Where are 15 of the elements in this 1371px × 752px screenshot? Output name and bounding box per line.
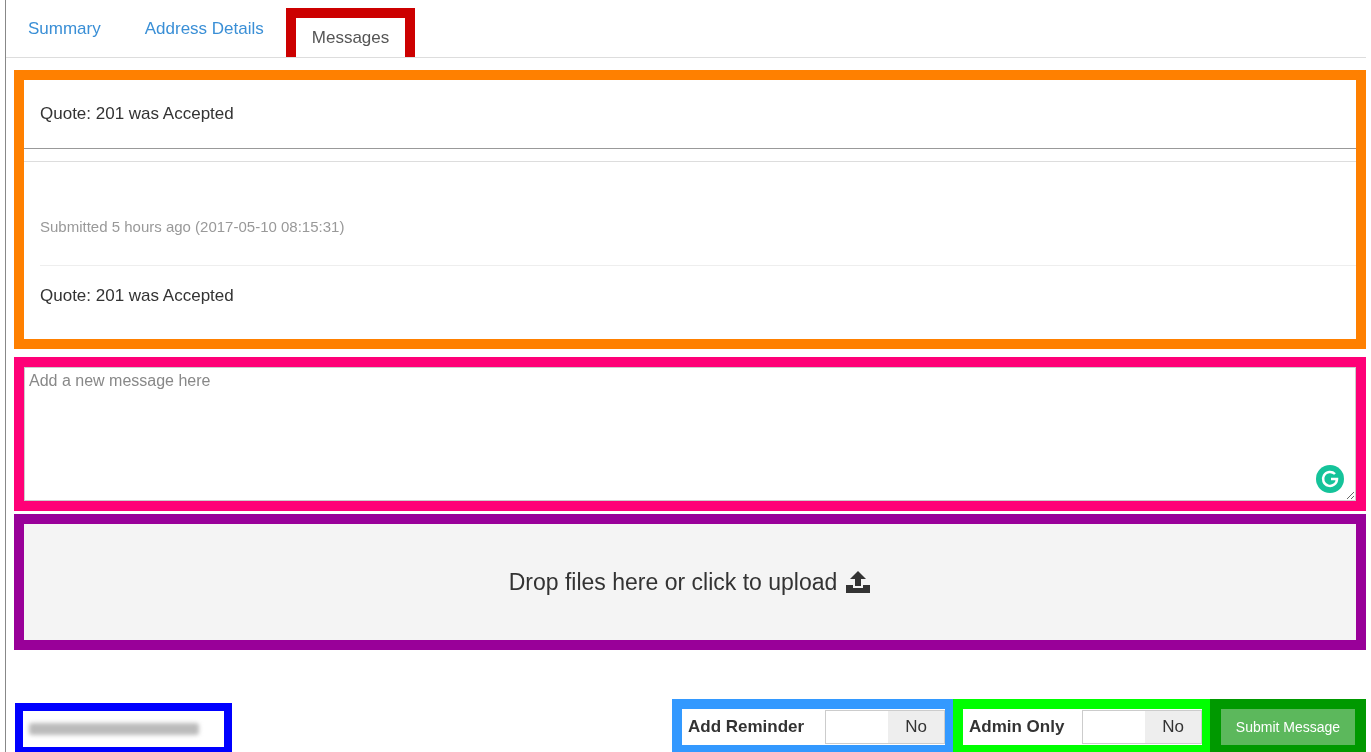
upload-dropzone[interactable]: Drop files here or click to upload [24, 524, 1356, 640]
message-text: Quote: 201 was Accepted [40, 286, 234, 306]
message-timestamp: Submitted 5 hours ago (2017-05-10 08:15:31) [40, 218, 345, 235]
upload-icon [845, 570, 872, 594]
message-field[interactable]: Add a new message here [24, 367, 1356, 501]
email-field[interactable] [15, 703, 232, 752]
tab[interactable]: Messages [285, 8, 416, 57]
toggle-switch[interactable]: No [1082, 710, 1202, 744]
upload-label: Drop files here or click to upload [508, 568, 838, 596]
toggle-label: Add Reminder [688, 717, 805, 737]
toggle-label: Admin Only [969, 717, 1065, 737]
message-title: Quote: 201 was Accepted [40, 104, 234, 124]
toggle-switch[interactable]: No [825, 710, 945, 744]
tab[interactable]: Address Details [122, 0, 286, 57]
tab[interactable]: Summary [6, 0, 123, 57]
